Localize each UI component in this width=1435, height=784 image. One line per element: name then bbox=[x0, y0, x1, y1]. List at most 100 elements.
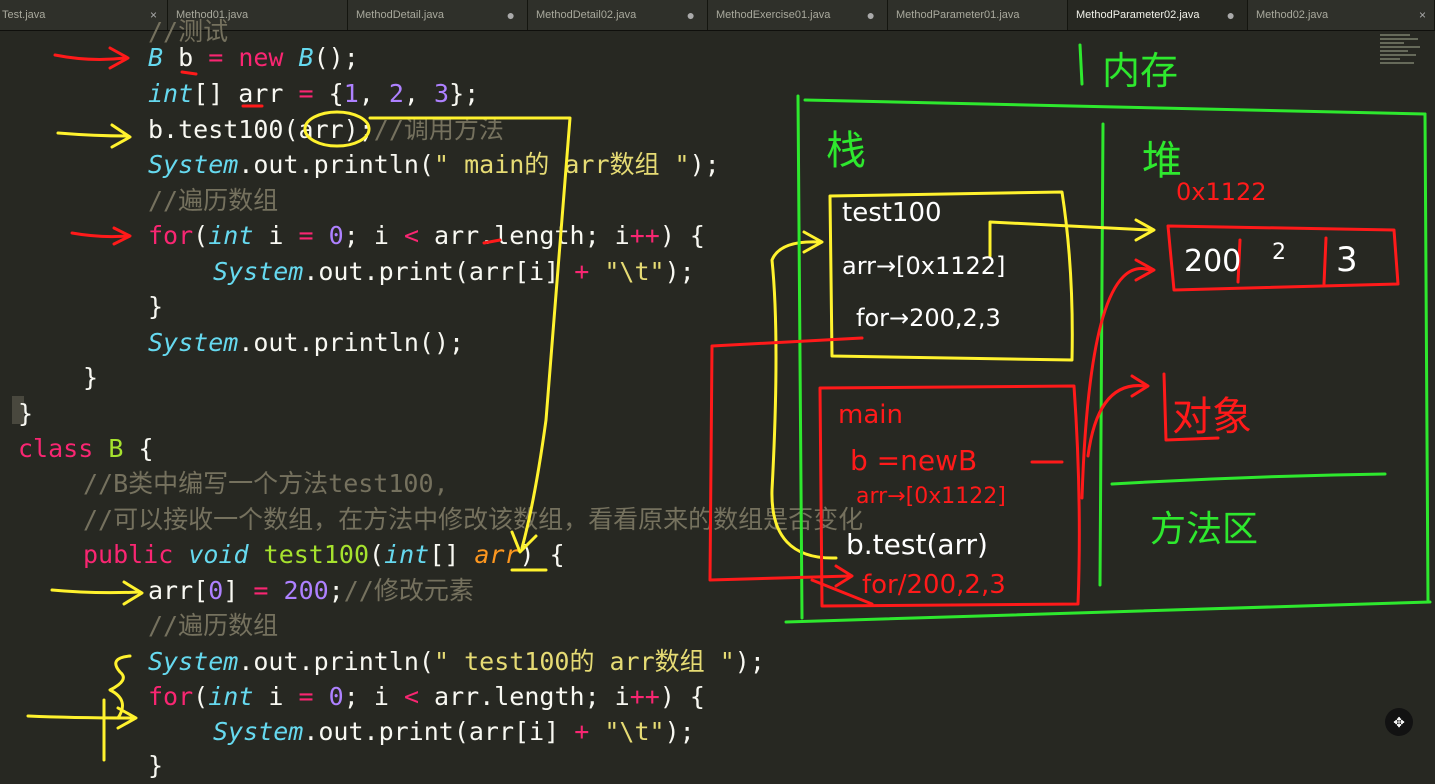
operator: = bbox=[253, 576, 269, 605]
code-text: ) { bbox=[659, 682, 705, 711]
unsaved-dot-icon[interactable]: ● bbox=[687, 0, 695, 30]
code-text: ); bbox=[689, 150, 720, 179]
frame-main-text: main bbox=[838, 400, 903, 430]
parameter: arr bbox=[474, 540, 520, 569]
frame-test100-text: test100 bbox=[842, 198, 942, 228]
frame-main-text: b =newB bbox=[850, 444, 978, 477]
tab-methodparameter01-java[interactable]: MethodParameter01.java bbox=[888, 0, 1068, 30]
code-text: b bbox=[163, 43, 209, 72]
stack-label: 栈 bbox=[826, 128, 866, 174]
operator: ++ bbox=[629, 682, 660, 711]
keyword: for bbox=[148, 221, 194, 250]
code-line: //可以接收一个数组，在方法中修改该数组，看看原来的数组是否变化 bbox=[83, 502, 863, 538]
string-literal: "\t" bbox=[604, 717, 665, 746]
heap-cell: 2 bbox=[1272, 240, 1286, 265]
operator: < bbox=[403, 682, 419, 711]
close-icon[interactable]: × bbox=[1419, 0, 1426, 30]
code-text: ); bbox=[664, 257, 695, 286]
code-text: ( bbox=[369, 540, 385, 569]
code-line: for(int i = 0; i < arr.length; i++) { bbox=[148, 218, 705, 254]
operator: = bbox=[298, 221, 314, 250]
heap-cell: 200 bbox=[1184, 244, 1242, 279]
comment: //遍历数组 bbox=[148, 186, 279, 215]
tab-method02-java[interactable]: Method02.java × bbox=[1248, 0, 1435, 30]
code-text: { bbox=[123, 434, 154, 463]
code-text: { bbox=[313, 79, 344, 108]
tab-test-java[interactable]: Test.java × bbox=[0, 0, 168, 30]
code-line: //遍历数组 bbox=[148, 183, 278, 219]
number: 2 bbox=[388, 79, 404, 108]
tab-methodparameter02-java[interactable]: MethodParameter02.java ● bbox=[1068, 0, 1248, 30]
code-text: i bbox=[253, 682, 299, 711]
tab-label: Method02.java bbox=[1256, 9, 1329, 21]
operator: + bbox=[574, 257, 590, 286]
tab-label: Test.java bbox=[2, 9, 46, 21]
class-name: System bbox=[148, 328, 239, 357]
type-name: B bbox=[148, 43, 164, 72]
class-name: System bbox=[213, 717, 304, 746]
frame-main-text: for/200,2,3 bbox=[862, 570, 1006, 600]
code-line: arr[0] = 200;//修改元素 bbox=[148, 573, 474, 609]
code-text: } bbox=[18, 399, 34, 428]
code-text: } bbox=[148, 292, 164, 321]
operator: = bbox=[298, 682, 314, 711]
code-line: System.out.print(arr[i] + "\t"); bbox=[213, 254, 695, 290]
unsaved-dot-icon[interactable]: ● bbox=[867, 0, 875, 30]
code-text: }; bbox=[449, 79, 480, 108]
comment: //B类中编写一个方法test100, bbox=[83, 469, 449, 498]
code-text: ) { bbox=[659, 221, 705, 250]
code-text: .out.println( bbox=[238, 150, 434, 179]
comment: //可以接收一个数组，在方法中修改该数组，看看原来的数组是否变化 bbox=[83, 505, 864, 534]
comment: //调用方法 bbox=[373, 115, 504, 144]
tab-label: MethodParameter01.java bbox=[896, 9, 1020, 21]
class-name: System bbox=[148, 647, 239, 676]
tab-label: MethodDetail02.java bbox=[536, 9, 637, 21]
tab-methoddetail02-java[interactable]: MethodDetail02.java ● bbox=[528, 0, 708, 30]
code-line: //遍历数组 bbox=[148, 608, 278, 644]
code-text: ; bbox=[328, 576, 344, 605]
minimap[interactable] bbox=[1380, 32, 1424, 82]
code-text: ; i bbox=[343, 221, 404, 250]
operator: < bbox=[403, 221, 419, 250]
number: 1 bbox=[343, 79, 359, 108]
heap-address: 0x1122 bbox=[1176, 178, 1267, 206]
object-label: 对象 bbox=[1172, 394, 1252, 440]
code-text: ( bbox=[193, 682, 209, 711]
code-text: .out.println( bbox=[238, 647, 434, 676]
tab-label: MethodParameter02.java bbox=[1076, 9, 1200, 21]
comment: //修改元素 bbox=[343, 576, 474, 605]
move-icon[interactable]: ✥ bbox=[1385, 708, 1413, 736]
unsaved-dot-icon[interactable]: ● bbox=[507, 0, 515, 30]
code-line: int[] arr = {1, 2, 3}; bbox=[148, 76, 479, 112]
type-keyword: void bbox=[188, 540, 249, 569]
code-line: //B类中编写一个方法test100, bbox=[83, 466, 449, 502]
code-text: [] arr bbox=[193, 79, 299, 108]
tab-methodexercise01-java[interactable]: MethodExercise01.java ● bbox=[708, 0, 888, 30]
code-line: System.out.println(" main的 arr数组 "); bbox=[148, 147, 720, 183]
string-literal: "\t" bbox=[604, 257, 665, 286]
code-text: } bbox=[83, 363, 99, 392]
unsaved-dot-icon[interactable]: ● bbox=[1227, 0, 1235, 30]
number: 3 bbox=[434, 79, 450, 108]
operator: + bbox=[574, 717, 590, 746]
type-keyword: int bbox=[384, 540, 430, 569]
code-text: , bbox=[403, 79, 435, 108]
frame-main-text: b.test(arr) bbox=[846, 528, 988, 561]
comment: //遍历数组 bbox=[148, 611, 279, 640]
tab-methoddetail-java[interactable]: MethodDetail.java ● bbox=[348, 0, 528, 30]
type-keyword: int bbox=[208, 221, 254, 250]
code-line: class B { bbox=[18, 431, 154, 467]
number: 0 bbox=[328, 221, 344, 250]
code-text: , bbox=[358, 79, 389, 108]
code-line: } bbox=[83, 360, 98, 396]
code-text: ; i bbox=[343, 682, 404, 711]
type-keyword: int bbox=[148, 79, 194, 108]
number: 0 bbox=[208, 576, 224, 605]
number: 200 bbox=[283, 576, 329, 605]
code-line: public void test100(int[] arr) { bbox=[83, 537, 565, 573]
